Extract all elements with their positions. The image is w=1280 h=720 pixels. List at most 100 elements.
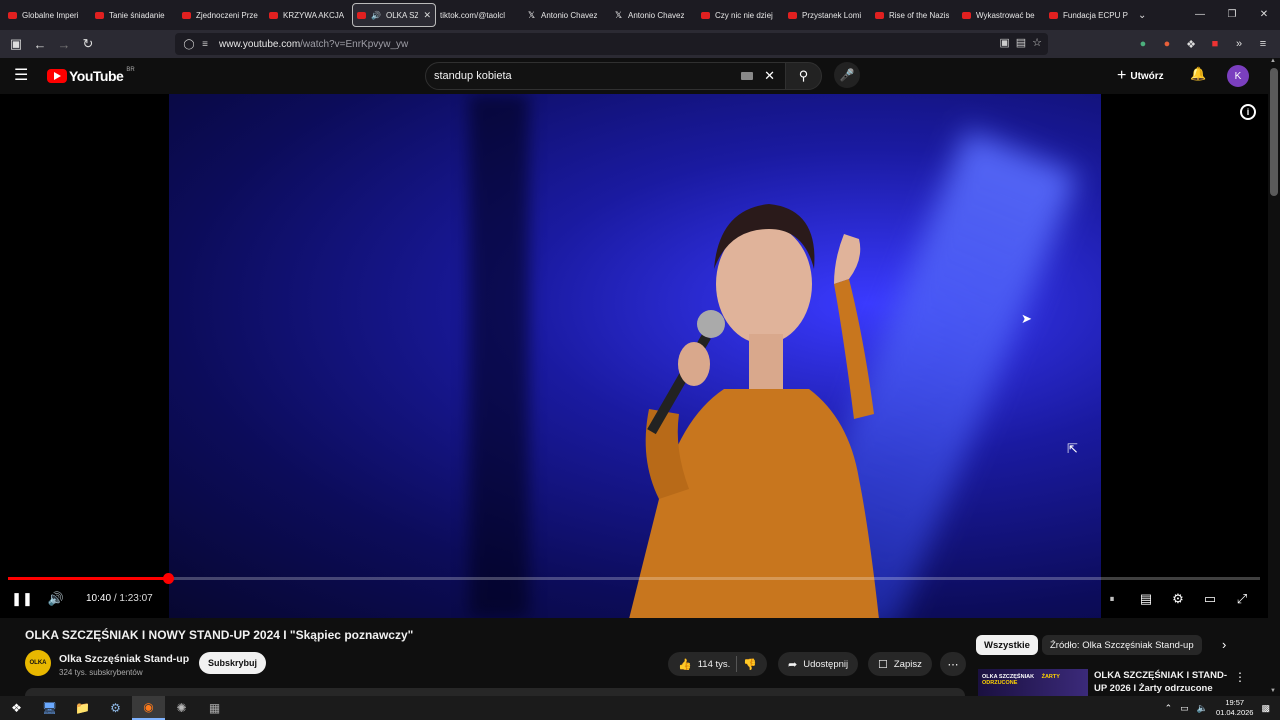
browser-tab[interactable]: Czy nic nie dziej [697,3,784,27]
tray-chevron-icon[interactable]: ⌃ [1165,703,1173,714]
chip-all[interactable]: Wszystkie [976,635,1038,655]
channel-avatar[interactable]: OLKA [25,650,51,676]
close-tab-icon[interactable]: ✕ [423,10,431,21]
scroll-up-icon[interactable]: ▲ [1270,58,1276,64]
steam-icon[interactable]: ⚙ [99,696,132,720]
chevron-right-icon[interactable]: › [1222,637,1226,652]
notifications-center-icon[interactable]: ▩ [1261,703,1270,714]
recommendation-title[interactable]: OLKA SZCZĘŚNIAK I STAND-UP 2026 I Żarty … [1094,669,1234,695]
chip-source-channel[interactable]: Źródło: Olka Szczęśniak Stand-up [1042,635,1202,655]
channel-name[interactable]: Olka Szczęśniak Stand-up [59,653,189,665]
video-frame[interactable] [169,94,1101,618]
time-display: 10:40 / 1:23:07 [86,593,153,604]
settings-gear-icon[interactable]: ⚙ [1168,588,1188,610]
thumbs-down-icon[interactable]: 👎 [743,658,757,671]
keyboard-icon[interactable] [741,72,753,80]
theater-mode-icon[interactable]: ▭ [1200,588,1220,610]
system-tray: ⌃ ▭ 🔈 19:57 01.04.2026 ▩ [1165,696,1280,720]
search-button[interactable]: ⚲ [785,62,822,90]
save-button[interactable]: ☐ Zapisz [868,652,932,676]
volume-icon[interactable]: 🔊 [46,588,66,610]
more-vertical-icon[interactable]: ⋮ [1234,670,1246,684]
autoplay-toggle-icon[interactable]: ⏸ [1100,588,1124,610]
browser-tab[interactable]: tiktok.com/@taolcl [436,3,523,27]
ublock-extension-icon[interactable]: ● [1158,38,1176,50]
browser-tab[interactable]: Tanie śniadanie [91,3,178,27]
like-button[interactable]: 👍 114 tys. [678,658,730,671]
browser-tab[interactable]: KRZYWA AKCJA [265,3,352,27]
shield-icon[interactable]: ◯ [181,39,197,50]
notifications-bell-icon[interactable]: 🔔 [1190,66,1206,82]
browser-tab[interactable]: Wykastrować be [958,3,1045,27]
recommendation-thumbnail[interactable]: OLKA SZCZĘŚNIAK ŻARTY ODRZUCONE [978,669,1088,696]
browser-tab[interactable]: 𝕏 Antonio Chavez [610,3,697,27]
account-avatar[interactable]: K [1227,65,1249,87]
reader-view-icon[interactable]: ▤ [1016,36,1026,49]
create-button[interactable]: + Utwórz [1117,66,1164,86]
browser-menu-icon[interactable]: ≡ [1254,38,1272,50]
forward-icon[interactable]: → [52,32,76,56]
tab-list-chevron-icon[interactable]: ⌄ [1138,10,1146,21]
subscribe-button[interactable]: Subskrybuj [199,652,266,674]
browser-tab[interactable]: 🔊 OLKA SZC ✕ [352,3,436,27]
clock[interactable]: 19:57 01.04.2026 [1216,698,1254,718]
more-actions-button[interactable]: ⋯ [940,652,966,676]
restore-icon[interactable]: ❐ [1216,0,1248,30]
info-icon[interactable]: i [1240,104,1256,120]
firefox-icon[interactable]: ◉ [132,696,165,720]
progress-bar[interactable] [8,573,1260,584]
browser-tab[interactable]: 𝕏 Antonio Chavez [523,3,610,27]
mouse-cursor-icon: ➤ [1021,311,1032,326]
calculator-icon[interactable]: ▦ [198,696,231,720]
gpu-tool-icon[interactable]: ✺ [165,696,198,720]
thumbs-up-icon: 👍 [678,658,692,671]
browser-tab[interactable]: Rise of the Nazis [871,3,958,27]
share-arrow-icon: ➦ [788,658,798,671]
file-explorer-icon[interactable]: 📁 [66,696,99,720]
scrollbar-thumb[interactable] [1270,68,1278,196]
youtube-logo[interactable]: YouTube BR [47,67,135,84]
tab-title: OLKA SZC [385,10,418,20]
browser-tab[interactable]: Globalne Imperi [4,3,91,27]
page-scrollbar[interactable]: ▲ ▼ [1268,58,1280,696]
video-player[interactable]: i ⇱ ➤ ❚❚ 🔊 10:40 / 1:23:07 ⏸ ▤ ⚙ ▭ ⤢ [0,94,1268,618]
pause-icon[interactable]: ❚❚ [11,588,33,610]
vpn-extension-icon[interactable]: ● [1134,38,1152,50]
youtube-favicon-icon [788,11,797,19]
picture-in-picture-icon[interactable]: ▣ [999,36,1009,49]
browser-tab[interactable]: Zjednoczeni Prze [178,3,265,27]
scrubber-knob[interactable] [163,573,175,584]
network-icon[interactable]: ▭ [1180,703,1189,714]
speaker-icon[interactable]: 🔈 [1197,703,1208,714]
search-input[interactable]: standup kobieta ✕ [425,62,786,90]
clear-search-icon[interactable]: ✕ [764,68,775,84]
monitor-app-icon[interactable]: 🖥 [33,696,66,720]
subtitles-icon[interactable]: ▤ [1136,588,1156,610]
scroll-down-icon[interactable]: ▼ [1270,688,1276,694]
reload-icon[interactable]: ↻ [76,32,100,56]
plus-icon: + [1117,67,1127,84]
windows-start-icon[interactable]: ❖ [0,696,33,720]
current-time: 10:40 [86,593,112,604]
tab-title: Czy nic nie dziej [715,10,773,20]
voice-search-button[interactable]: 🎤 [834,62,860,88]
browser-tab[interactable]: Przystanek Lomi [784,3,871,27]
description-box[interactable] [25,688,965,696]
sidebar-toggle-icon[interactable]: ▣ [4,32,28,56]
miniplayer-icon[interactable]: ⇱ [1067,441,1078,457]
overflow-chevron-icon[interactable]: » [1230,38,1248,50]
page-info-icon[interactable]: ≡ [197,39,213,50]
extensions-icon[interactable]: ❖ [1182,38,1200,51]
minimize-icon[interactable]: — [1184,0,1216,30]
back-icon[interactable]: ← [28,32,52,56]
fullscreen-icon[interactable]: ⤢ [1232,588,1252,610]
guide-menu-icon[interactable]: ☰ [14,68,34,84]
browser-tab[interactable]: Fundacja ECPU P [1045,3,1132,27]
tab-audio-icon[interactable]: 🔊 [371,11,381,20]
bookmark-star-icon[interactable]: ☆ [1032,36,1042,49]
tab-title: KRZYWA AKCJA [283,10,345,20]
share-button[interactable]: ➦ Udostępnij [778,652,859,676]
close-window-icon[interactable]: ✕ [1248,0,1280,30]
address-bar[interactable]: ◯ ≡ www.youtube.com/watch?v=EnrKpvyw_yw … [175,33,1048,55]
notification-extension-icon[interactable]: ■ [1206,38,1224,50]
